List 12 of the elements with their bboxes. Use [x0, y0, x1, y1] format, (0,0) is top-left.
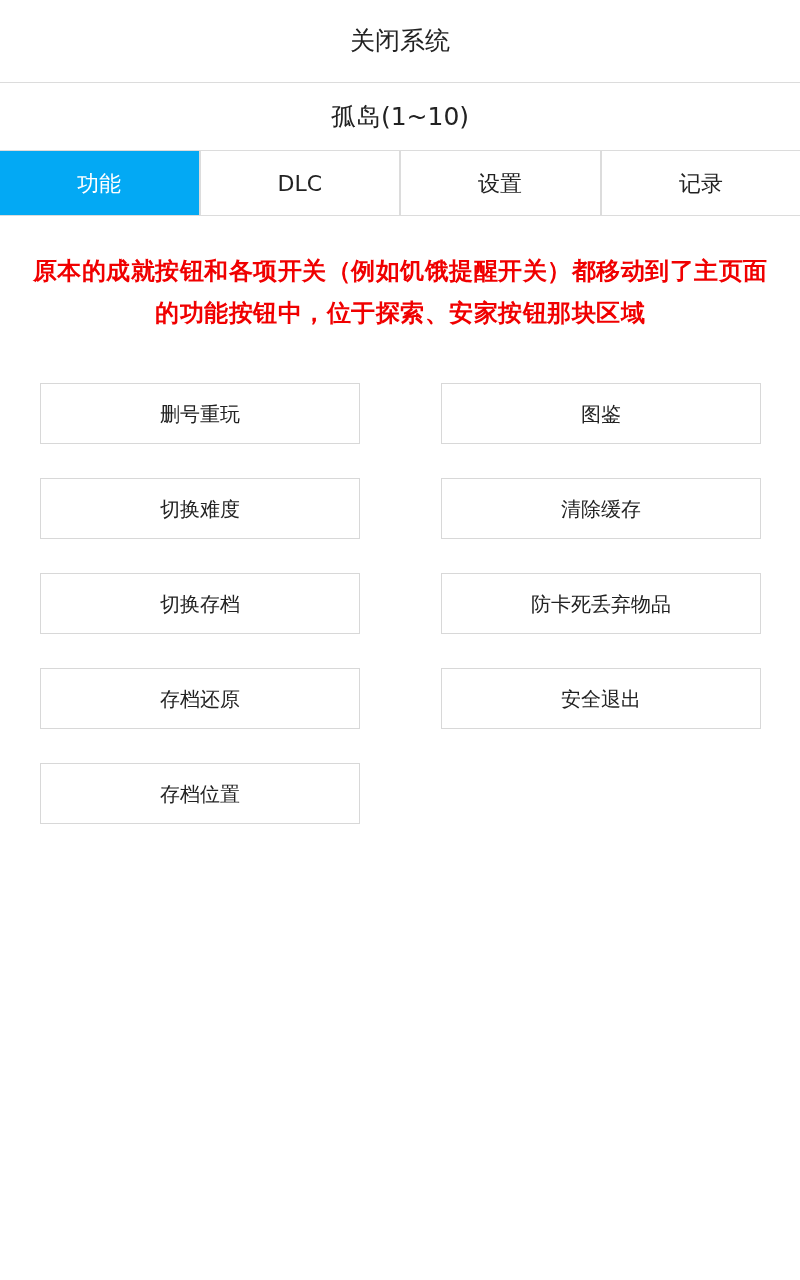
menu-button[interactable]: 清除缓存 — [441, 478, 761, 539]
menu-button[interactable]: 切换存档 — [40, 573, 360, 634]
menu-button[interactable]: 切换难度 — [40, 478, 360, 539]
menu-button[interactable]: 存档位置 — [40, 763, 360, 824]
notice-text: 原本的成就按钮和各项开关（例如饥饿提醒开关）都移动到了主页面的功能按钮中，位于探索、安家按钮那块区域 — [31, 256, 769, 329]
menu-button[interactable]: 删号重玩 — [40, 383, 360, 444]
game-title: 孤岛(1~10) — [330, 100, 470, 133]
close-system-link[interactable]: 关闭系统 — [350, 22, 450, 60]
menu-button[interactable]: 防卡死丢弃物品 — [441, 573, 761, 634]
menu-button[interactable]: 存档还原 — [40, 668, 360, 729]
menu-button[interactable]: 安全退出 — [441, 668, 761, 729]
menu-button[interactable]: 图鉴 — [441, 383, 761, 444]
